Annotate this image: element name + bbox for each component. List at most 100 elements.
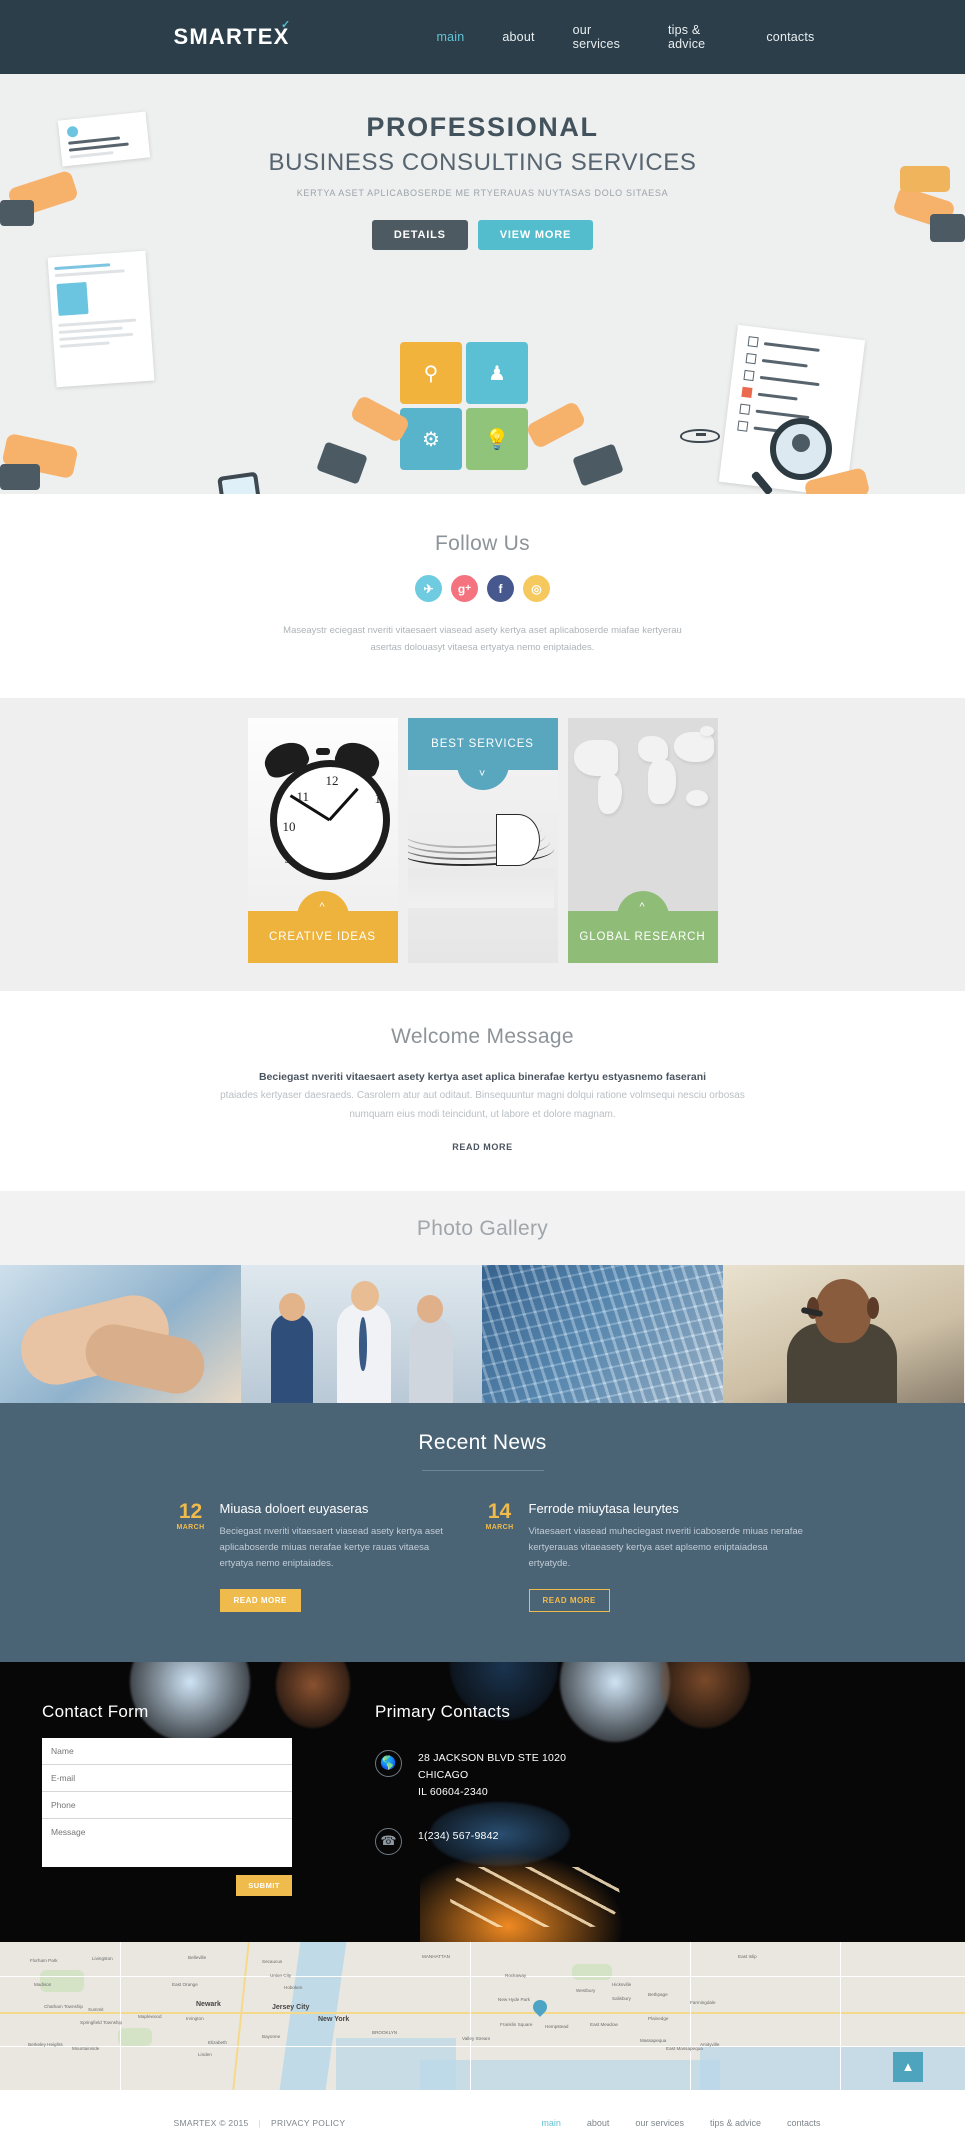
news-item-2: 14 MARCH Ferrode miuytasa leurytes Vitae… [483, 1501, 834, 1612]
site-footer: SMARTEX © 2015 | PRIVACY POLICY main abo… [0, 2089, 965, 2156]
service-caption-creative-ideas[interactable]: ^ CREATIVE IDEAS [247, 891, 398, 964]
google-plus-icon[interactable]: g + [451, 575, 478, 602]
service-caption-best-services[interactable]: BEST SERVICES ˅ [407, 718, 558, 791]
nav-item-tips-advice[interactable]: tips & advice [649, 23, 747, 51]
copyright-text: SMARTEX © 2015 [173, 2117, 249, 2128]
hero-subtitle: BUSINESS CONSULTING SERVICES [268, 149, 697, 176]
map-park-3 [572, 1963, 612, 1980]
contact-form-column: Contact Form SUBMIT [0, 1702, 375, 1896]
news-divider [421, 1470, 544, 1472]
message-textarea[interactable] [42, 1818, 292, 1867]
services-section: 12 11 1 10 9 ^ CREATIVE IDEAS BEST SERVI… [0, 698, 965, 992]
news-date: 14 MARCH [483, 1501, 517, 1611]
footer-navigation: main about our services tips & advice co… [528, 2118, 833, 2128]
nav-item-main[interactable]: main [417, 30, 483, 44]
welcome-read-more-link[interactable]: READ MORE [452, 1142, 512, 1152]
gallery-item-team-meeting[interactable] [241, 1265, 482, 1404]
map-water-4 [700, 2045, 965, 2090]
site-logo[interactable]: SMARTEX ✓ [173, 19, 291, 50]
rss-icon[interactable]: ◎ [523, 575, 550, 602]
footer-nav-our-services[interactable]: our services [622, 2118, 697, 2128]
map-label: Secaucus [262, 1958, 283, 1964]
gallery-item-support-agent[interactable] [723, 1265, 964, 1404]
news-day: 14 [487, 1500, 512, 1524]
service-card-global-research[interactable]: ^ GLOBAL RESEARCH [567, 718, 718, 964]
map-label: Massapequa [640, 2037, 667, 2043]
map-label: East Meadow [590, 2021, 618, 2027]
main-navigation: main about our services tips & advice co… [417, 23, 833, 51]
welcome-body: ptaiades kertyaser daesraeds. Casrolern … [220, 1090, 745, 1120]
news-excerpt: Beciegast nveriti vitaesaert viasead ase… [219, 1526, 443, 1570]
map-label: Union City [270, 1972, 292, 1978]
map-label: East Orange [172, 1981, 198, 1987]
nav-item-contacts[interactable]: contacts [747, 30, 833, 44]
service-card-creative-ideas[interactable]: 12 11 1 10 9 ^ CREATIVE IDEAS [247, 718, 398, 964]
footer-nav-contacts[interactable]: contacts [774, 2118, 834, 2128]
logo-text: SMARTEX [173, 24, 290, 49]
news-day: 12 [178, 1500, 203, 1524]
nav-item-about[interactable]: about [483, 30, 553, 44]
service-card-best-services[interactable]: BEST SERVICES ˅ [407, 718, 558, 964]
map-label: Belleville [188, 1954, 207, 1960]
footer-nav-main[interactable]: main [528, 2118, 574, 2128]
map-label: Bayonne [262, 2033, 281, 2039]
scroll-to-top-button[interactable]: ▲ [893, 2051, 923, 2082]
map-label: MANHATTAN [422, 1953, 450, 1959]
news-date: 12 MARCH [174, 1501, 208, 1611]
submit-button[interactable]: SUBMIT [236, 1874, 292, 1896]
map-road-5 [690, 1941, 692, 2090]
puzzle-piece-gears: ⚙ [400, 408, 462, 470]
news-title: Recent News [418, 1431, 547, 1455]
map-label: Bethpage [648, 1991, 668, 1997]
follow-us-text: Maseaystr eciegast nveriti vitaesaert vi… [283, 625, 682, 654]
puzzle-piece-bulb: 💡 [466, 408, 528, 470]
phone-input[interactable] [42, 1791, 292, 1819]
map-label: Maplewood [138, 2013, 162, 2019]
recent-news-section: Recent News 12 MARCH Miuasa doloert euya… [0, 1403, 965, 1662]
gallery-title: Photo Gallery [416, 1217, 549, 1241]
news-month: MARCH [176, 1524, 205, 1532]
twitter-icon[interactable]: ✈ [415, 575, 442, 602]
privacy-policy-link[interactable]: PRIVACY POLICY [271, 2118, 345, 2128]
location-map[interactable]: Florham Park Livingston Belleville Secaucus… [0, 1941, 965, 2090]
hero-sleeve-center-left [316, 441, 368, 485]
map-road-4 [470, 1941, 472, 2090]
news-list: 12 MARCH Miuasa doloert euyaseras Becieg… [132, 1501, 834, 1612]
details-button[interactable]: DETAILS [371, 220, 468, 250]
name-input[interactable] [42, 1737, 292, 1765]
map-label: Hempstead [545, 2023, 569, 2029]
news-read-more-button[interactable]: READ MORE [528, 1588, 610, 1612]
footer-nav-about[interactable]: about [574, 2118, 623, 2128]
hero-sleeve-left-bottom [0, 464, 40, 490]
email-input[interactable] [42, 1764, 292, 1792]
welcome-title: Welcome Message [391, 1025, 574, 1049]
news-read-more-button[interactable]: READ MORE [219, 1588, 301, 1612]
globe-icon: 🌎 [375, 1749, 402, 1777]
map-marker[interactable] [530, 1996, 550, 2017]
map-road-3 [120, 1941, 122, 2090]
facebook-icon[interactable]: f [487, 575, 514, 602]
map-label: Florham Park [30, 1957, 58, 1963]
news-headline[interactable]: Miuasa doloert euyaseras [220, 1501, 461, 1516]
map-label: Elizabeth [208, 2039, 227, 2045]
gallery-item-handshake[interactable] [0, 1265, 241, 1404]
nav-item-our-services[interactable]: our services [554, 23, 649, 51]
news-headline[interactable]: Ferrode miuytasa leurytes [529, 1501, 812, 1516]
news-month: MARCH [485, 1524, 514, 1532]
map-label: Summit [88, 2006, 104, 2012]
footer-copyright: SMARTEX © 2015 | PRIVACY POLICY [174, 2118, 346, 2128]
map-label: Chatham Township [44, 2003, 83, 2009]
map-label: Valley Stream [462, 2035, 491, 2041]
service-caption-global-research[interactable]: ^ GLOBAL RESEARCH [567, 891, 718, 964]
puzzle-piece-person: ♟ [466, 342, 528, 404]
map-label: Madison [34, 1981, 52, 1987]
footer-nav-tips-advice[interactable]: tips & advice [697, 2118, 774, 2128]
map-label: New Hyde Park [498, 1996, 530, 2002]
photo-gallery-section: Photo Gallery [0, 1191, 965, 1404]
welcome-section: Welcome Message Beciegast nveriti vitaes… [0, 991, 965, 1192]
map-label: Plainedge [648, 2015, 669, 2021]
primary-contacts-title: Primary Contacts [375, 1701, 511, 1721]
gallery-grid [0, 1265, 965, 1404]
gallery-item-glass-building[interactable] [482, 1265, 723, 1404]
view-more-button[interactable]: VIEW MORE [477, 220, 594, 250]
